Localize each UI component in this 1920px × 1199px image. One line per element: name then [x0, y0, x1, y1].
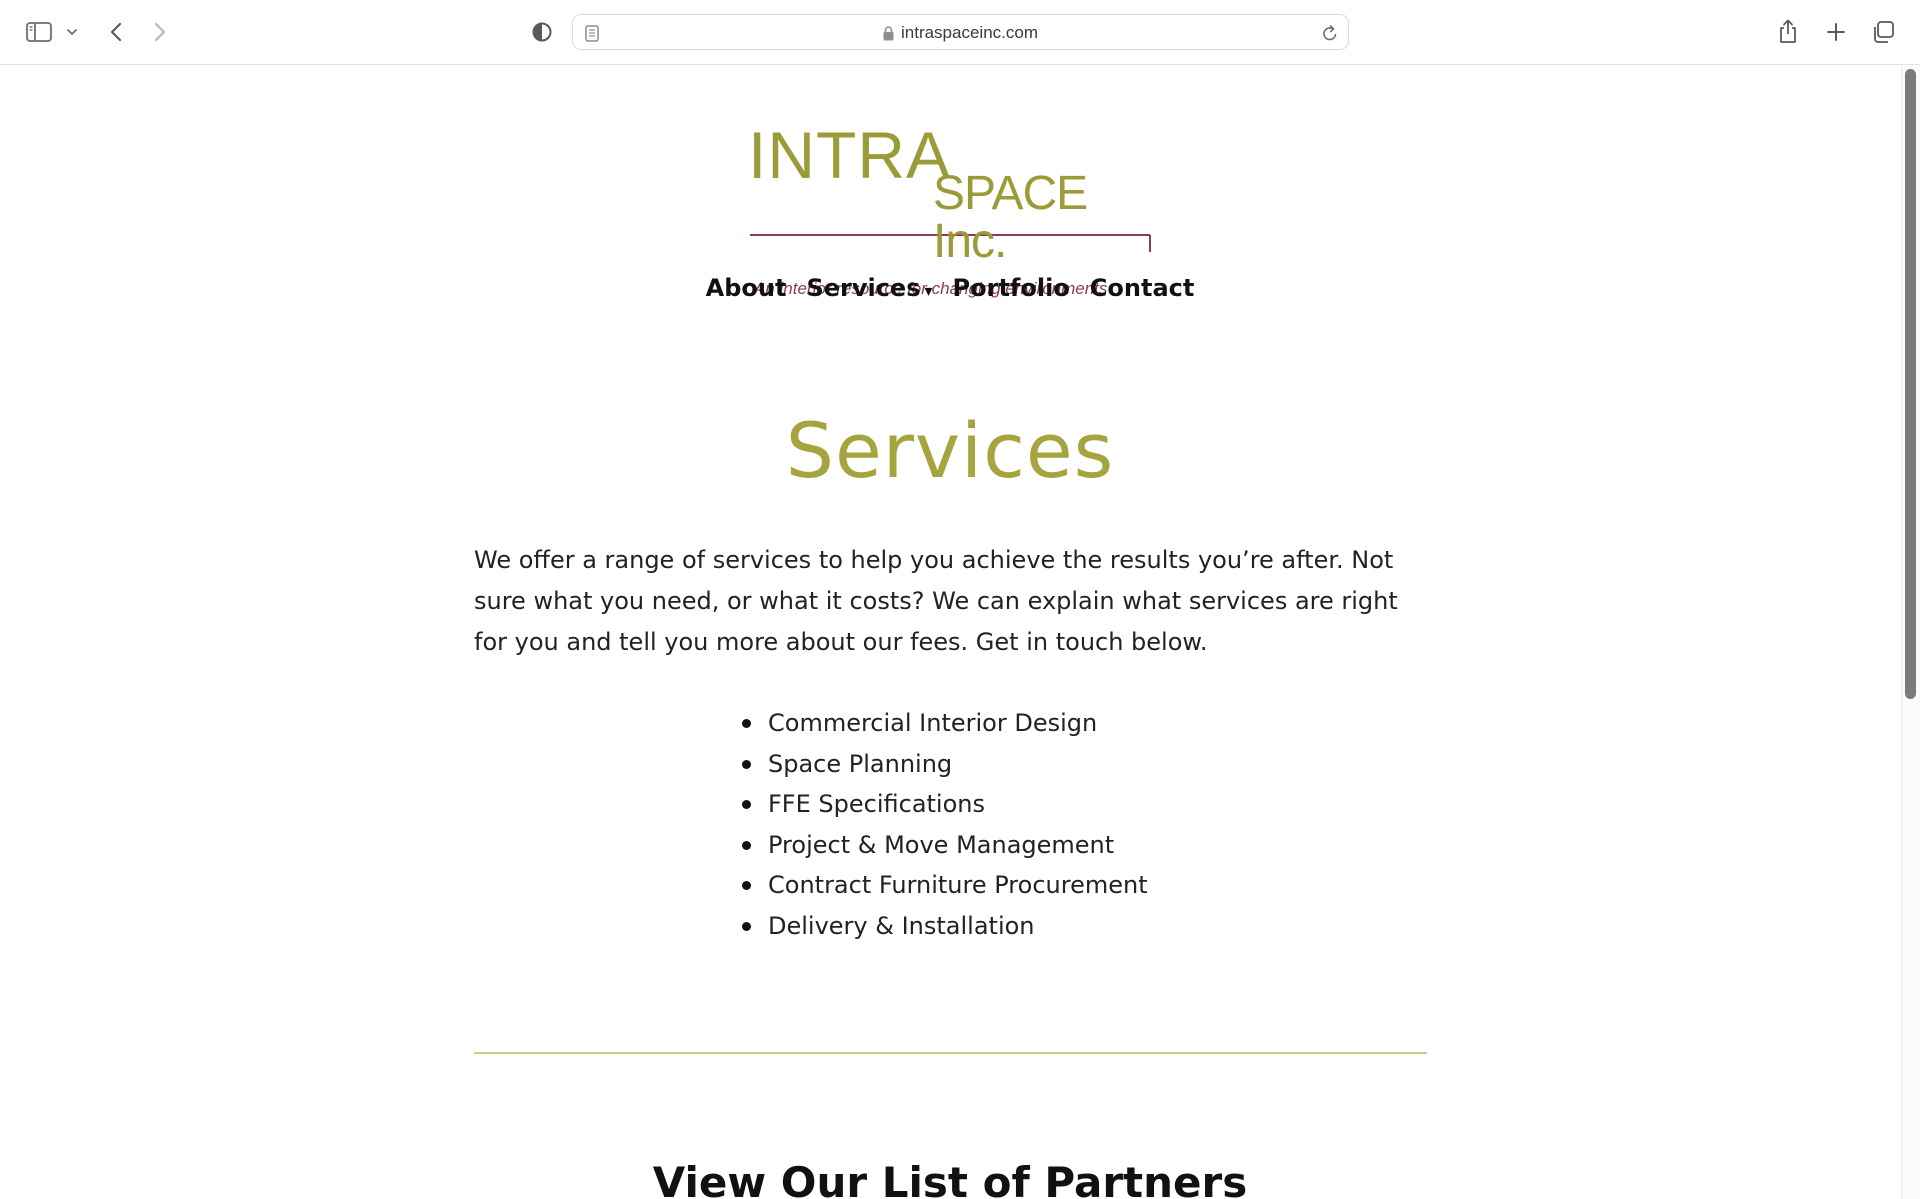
privacy-shield-icon[interactable] [530, 20, 554, 44]
lock-icon [883, 25, 894, 41]
list-item: Commercial Interior Design [742, 703, 1148, 744]
chevron-down-icon[interactable] [64, 24, 80, 40]
tab-overview-icon[interactable] [1870, 19, 1896, 45]
services-list: Commercial Interior Design Space Plannin… [742, 703, 1148, 947]
intraspace-logo[interactable]: INTRA SPACE Inc. An interior resource fo… [740, 118, 1160, 298]
nav-services-label: Services [806, 274, 921, 302]
page-scrollbar-thumb[interactable] [1905, 69, 1916, 699]
list-item: Delivery & Installation [742, 906, 1148, 947]
list-item: FFE Specifications [742, 784, 1148, 825]
nav-about[interactable]: About [706, 274, 787, 302]
main-nav: About Services ▾ Portfolio Contact [0, 274, 1900, 302]
address-url: intraspaceinc.com [573, 15, 1348, 51]
web-page: INTRA SPACE Inc. An interior resource fo… [0, 66, 1900, 1199]
back-arrow-icon[interactable] [104, 18, 128, 46]
logo-space-text: SPACE Inc. [933, 167, 1088, 268]
intro-paragraph: We offer a range of services to help you… [474, 546, 1398, 656]
nav-contact[interactable]: Contact [1090, 274, 1195, 302]
address-bar[interactable]: intraspaceinc.com [572, 14, 1349, 50]
nav-portfolio[interactable]: Portfolio [953, 274, 1070, 302]
list-item: Project & Move Management [742, 825, 1148, 866]
section-divider [474, 1052, 1427, 1054]
list-item: Space Planning [742, 744, 1148, 785]
list-item: Contract Furniture Procurement [742, 865, 1148, 906]
browser-toolbar: intraspaceinc.com [0, 0, 1920, 65]
share-icon[interactable] [1776, 16, 1800, 46]
caret-down-icon: ▾ [924, 281, 933, 300]
logo-intra-text: INTRA [748, 118, 951, 192]
page-title: Services [785, 406, 1115, 495]
forward-arrow-icon[interactable] [148, 18, 172, 46]
sidebar-toggle-icon[interactable] [24, 18, 54, 46]
url-text: intraspaceinc.com [900, 23, 1038, 42]
nav-services[interactable]: Services ▾ [806, 274, 932, 302]
new-tab-plus-icon[interactable] [1824, 20, 1848, 44]
reload-icon[interactable] [1320, 23, 1340, 43]
partners-heading: View Our List of Partners [652, 1158, 1248, 1199]
